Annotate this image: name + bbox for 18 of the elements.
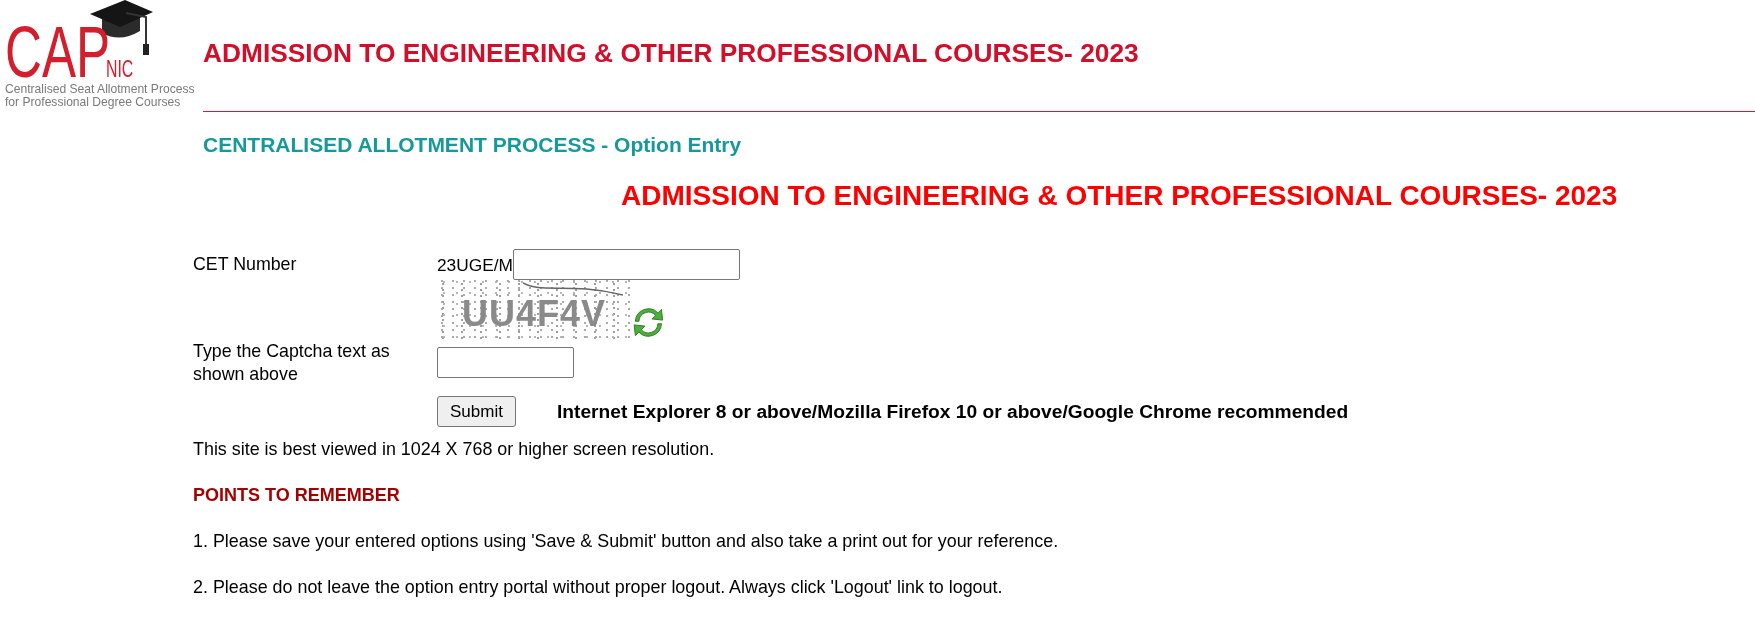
refresh-icon[interactable] <box>633 307 665 338</box>
section-heading: CENTRALISED ALLOTMENT PROCESS - Option Entry <box>203 133 742 157</box>
cet-number-field[interactable] <box>512 249 740 280</box>
page-title: ADMISSION TO ENGINEERING & OTHER PROFESSIONAL COURSES- 2023 <box>203 38 1139 68</box>
field-label: Type the Captcha text as shown above <box>193 340 391 386</box>
captcha-field[interactable] <box>437 347 574 378</box>
cet-prefix: 23UGE/M <box>437 254 513 275</box>
logo-tagline: Centralised Seat Allotment Process <box>5 82 195 95</box>
point-item: 2. Please do not leave the option entry portal without proper logout. Always click 'Logout' link to logout. <box>193 577 1003 597</box>
submit-button[interactable]: Submit <box>437 396 516 427</box>
logo-tagline: for Professional Degree Courses <box>5 95 181 108</box>
resolution-note: This site is best viewed in 1024 X 768 or higher screen resolution. <box>193 439 715 459</box>
points-heading: POINTS TO REMEMBER <box>193 485 400 505</box>
point-item: 1. Please save your entered options using 'Save & Submit' button and also take a print out for your reference. <box>193 531 1059 551</box>
field-label: CET Number <box>193 253 297 276</box>
captcha-text: UU4F4V <box>462 294 607 334</box>
browser-note: Internet Explorer 8 or above/Mozilla Firefox 10 or above/Google Chrome recommended <box>557 400 1349 423</box>
banner-title: ADMISSION TO ENGINEERING & OTHER PROFESSIONAL COURSES- 2023 <box>621 180 1618 212</box>
